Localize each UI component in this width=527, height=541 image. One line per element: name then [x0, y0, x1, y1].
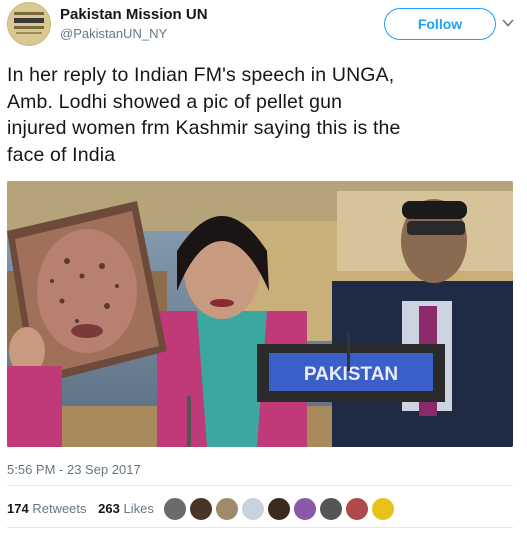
liker-avatar-6[interactable]	[293, 497, 317, 521]
tweet-line: face of India	[7, 143, 116, 166]
tweet-line: In her reply to Indian FM's speech in UN…	[7, 64, 395, 86]
divider	[7, 527, 513, 528]
liker-avatar-4[interactable]	[241, 497, 265, 521]
nameplate-text: PAKISTAN	[304, 364, 398, 385]
tweet-stats: 174 Retweets 263 Likes	[7, 501, 154, 516]
tweet-timestamp[interactable]: 5:56 PM - 23 Sep 2017	[7, 462, 141, 477]
account-handle[interactable]: @PakistanUN_NY	[60, 26, 167, 41]
liker-avatar-2[interactable]	[189, 497, 213, 521]
liker-avatar-5[interactable]	[267, 497, 291, 521]
tweet-text: In her reply to Indian FM's speech in UN…	[7, 62, 517, 168]
retweets-label: Retweets	[32, 501, 87, 516]
divider	[7, 485, 513, 486]
tweet-line: injured women frm Kashmir saying this is…	[7, 117, 401, 139]
account-avatar[interactable]	[7, 2, 51, 46]
likes-stat[interactable]: 263 Likes	[98, 501, 154, 516]
follow-button[interactable]: Follow	[384, 8, 496, 40]
tweet-line: Amb. Lodhi showed a pic of pellet gun	[7, 90, 343, 113]
tweet-photo[interactable]: PAKISTAN	[7, 181, 513, 447]
tweet-header: Pakistan Mission UN @PakistanUN_NY Follo…	[0, 0, 527, 58]
likes-label: Likes	[123, 501, 154, 516]
retweets-stat[interactable]: 174 Retweets	[7, 501, 87, 516]
liker-avatar-9[interactable]	[371, 497, 395, 521]
likes-count: 263	[98, 501, 120, 516]
retweets-count: 174	[7, 501, 29, 516]
liker-avatar-8[interactable]	[345, 497, 369, 521]
account-name[interactable]: Pakistan Mission UN	[60, 6, 208, 23]
liker-avatar-3[interactable]	[215, 497, 239, 521]
liker-avatar-7[interactable]	[319, 497, 343, 521]
liker-avatar-1[interactable]	[163, 497, 187, 521]
chevron-down-icon[interactable]	[501, 16, 515, 30]
